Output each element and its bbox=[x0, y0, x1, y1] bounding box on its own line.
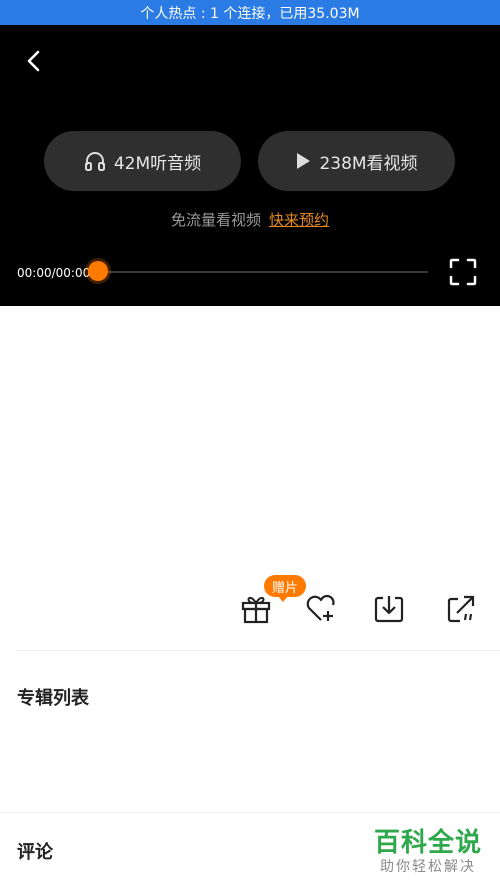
favorite-button[interactable] bbox=[303, 590, 339, 626]
heart-plus-icon bbox=[306, 594, 335, 621]
download-button[interactable] bbox=[371, 590, 407, 626]
chevron-left-icon bbox=[27, 50, 40, 72]
fullscreen-button[interactable] bbox=[448, 257, 478, 287]
progress-knob[interactable] bbox=[88, 261, 108, 281]
time-display: 00:00/00:00 bbox=[17, 266, 91, 280]
gift-button[interactable] bbox=[238, 590, 274, 626]
divider bbox=[16, 650, 500, 651]
status-bar: 个人热点 : 1 个连接，已用35.03M bbox=[0, 0, 500, 25]
share-icon bbox=[447, 595, 475, 623]
watermark-main: 百科全说 bbox=[373, 828, 482, 858]
listen-audio-button[interactable]: 42M听音频 bbox=[44, 131, 241, 191]
play-icon bbox=[297, 153, 311, 169]
video-player[interactable]: 42M听音频 238M看视频 免流量看视频 快来预约 00:00/00:00 bbox=[0, 25, 500, 306]
status-bar-text: 个人热点 : 1 个连接，已用35.03M bbox=[140, 5, 360, 22]
watermark-sub: 助你轻松解决 bbox=[379, 859, 476, 875]
watermark-logo: 百科全说 助你轻松解决 bbox=[374, 828, 482, 876]
back-button[interactable] bbox=[18, 45, 50, 77]
free-data-row: 免流量看视频 快来预约 bbox=[0, 209, 500, 230]
album-list-title: 专辑列表 bbox=[17, 688, 89, 709]
headphones-icon bbox=[84, 152, 105, 171]
gift-icon bbox=[241, 596, 271, 624]
comment-divider bbox=[0, 812, 500, 813]
fullscreen-icon bbox=[449, 258, 477, 286]
video-label: 238M看视频 bbox=[319, 153, 418, 174]
comments-title: 评论 bbox=[17, 842, 53, 863]
progress-track[interactable] bbox=[98, 271, 428, 273]
reserve-link[interactable]: 快来预约 bbox=[269, 211, 329, 229]
download-icon bbox=[374, 596, 404, 623]
watch-video-button[interactable]: 238M看视频 bbox=[258, 131, 455, 191]
audio-label: 42M听音频 bbox=[113, 153, 202, 174]
gift-badge-label: 赠片 bbox=[272, 580, 299, 596]
share-button[interactable] bbox=[444, 590, 480, 626]
free-data-text: 免流量看视频 bbox=[170, 211, 261, 229]
